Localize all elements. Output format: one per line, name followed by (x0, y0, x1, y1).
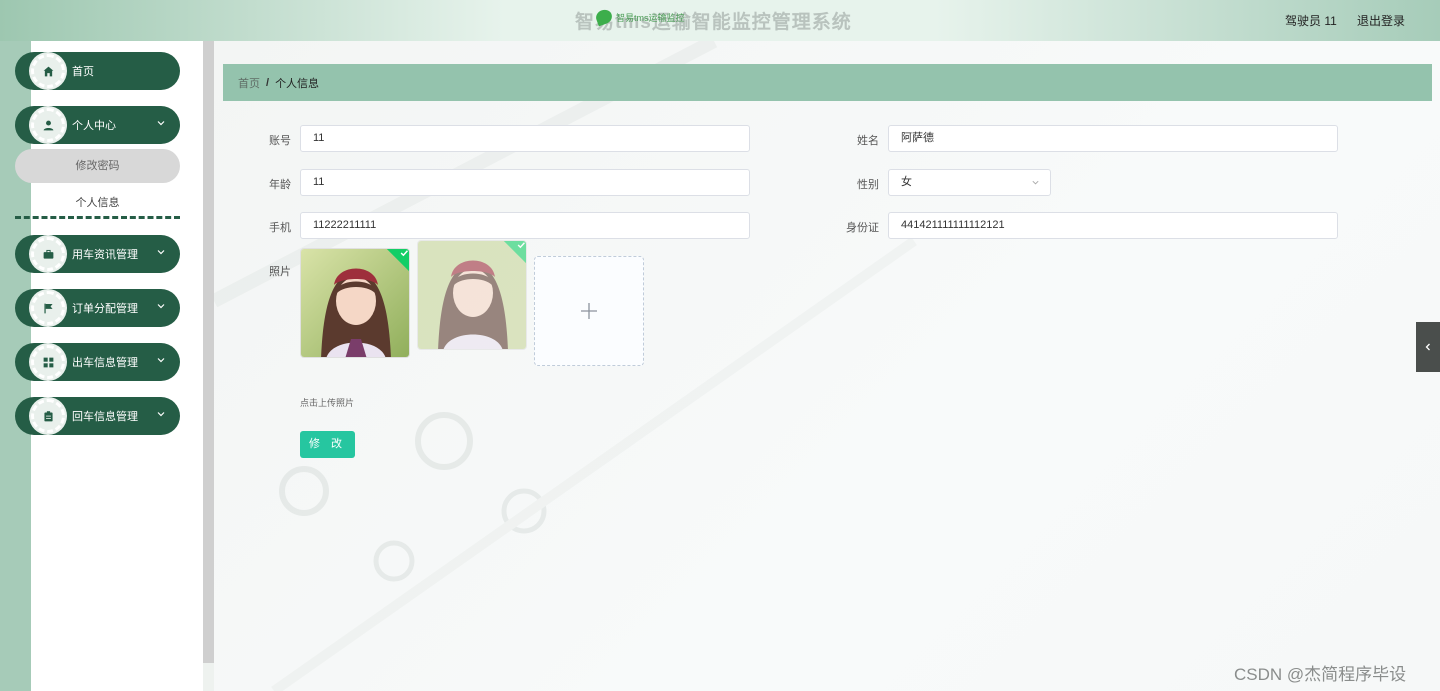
sidebar-item-label: 回车信息管理 (72, 411, 138, 423)
chevron-down-icon (157, 304, 165, 309)
plus-icon (581, 303, 597, 319)
chevron-down-icon (157, 412, 165, 417)
sidebar-item-home[interactable]: 首页 (15, 52, 180, 90)
age-label: 年龄 (269, 179, 291, 191)
sidebar-scrollbar[interactable] (203, 41, 214, 663)
chevron-down-icon (157, 358, 165, 363)
sidebar-item-label: 首页 (72, 66, 94, 78)
submenu-personal-info[interactable]: 个人信息 (15, 186, 180, 220)
check-icon (517, 242, 525, 249)
side-panel-toggle[interactable] (1416, 322, 1440, 372)
chevron-left-icon (1425, 343, 1430, 351)
sidebar-item-vehicle-info[interactable]: 用车资讯管理 (15, 235, 180, 273)
sidebar-item-order-assign[interactable]: 订单分配管理 (15, 289, 180, 327)
age-field[interactable]: 11 (300, 169, 750, 196)
leaf-icon (594, 7, 614, 27)
idcard-field[interactable]: 441421111111112121 (888, 212, 1338, 239)
photo-label: 照片 (269, 266, 291, 278)
clipboard-icon (31, 399, 65, 433)
sidebar-item-label: 个人中心 (72, 120, 116, 132)
name-label: 姓名 (857, 135, 879, 147)
portrait-image (418, 241, 526, 349)
phone-field[interactable]: 11222211111 (300, 212, 750, 239)
submenu-divider (15, 216, 180, 219)
check-icon (400, 250, 408, 257)
app-logo: 智易tms运输监控 (594, 7, 685, 27)
submit-button[interactable]: 修 改 (300, 431, 355, 458)
account-field[interactable]: 11 (300, 125, 750, 152)
logo-text: 智易tms运输监控 (616, 12, 685, 23)
uploaded-photo-dragging[interactable] (417, 240, 527, 350)
breadcrumb: 首页 / 个人信息 (223, 64, 1432, 101)
chevron-down-icon (157, 121, 165, 126)
breadcrumb-current: 个人信息 (275, 77, 320, 90)
breadcrumb-separator: / (266, 76, 270, 89)
sidebar-item-departure-info[interactable]: 出车信息管理 (15, 343, 180, 381)
gender-label: 性别 (857, 179, 879, 191)
sidebar-item-label: 出车信息管理 (72, 357, 138, 369)
sidebar-item-label: 订单分配管理 (72, 303, 138, 315)
chevron-down-icon (1032, 180, 1039, 185)
name-field[interactable]: 阿萨德 (888, 125, 1338, 152)
sidebar-item-label: 用车资讯管理 (72, 249, 138, 261)
user-icon (31, 108, 65, 142)
top-header: 智易tms运输智能监控管理系统 智易tms运输监控 驾驶员 11 退出登录 (0, 0, 1440, 41)
account-label: 账号 (269, 135, 291, 147)
home-icon (31, 54, 65, 88)
sidebar-item-personal-center[interactable]: 个人中心 (15, 106, 180, 144)
watermark: CSDN @杰简程序毕设 (1234, 665, 1407, 684)
logout-link[interactable]: 退出登录 (1357, 12, 1405, 29)
submenu-change-password[interactable]: 修改密码 (15, 149, 180, 183)
gender-select[interactable]: 女 (888, 169, 1051, 196)
gender-value: 女 (901, 176, 912, 188)
portrait-image (301, 249, 409, 357)
phone-label: 手机 (269, 222, 291, 234)
flag-icon (31, 291, 65, 325)
grid-icon (31, 345, 65, 379)
uploaded-photo[interactable] (300, 248, 410, 358)
upload-tip: 点击上传照片 (300, 398, 355, 408)
idcard-label: 身份证 (846, 222, 879, 234)
current-user: 驾驶员 11 (1285, 14, 1337, 28)
briefcase-icon (31, 237, 65, 271)
sidebar-item-return-info[interactable]: 回车信息管理 (15, 397, 180, 435)
photo-upload-button[interactable] (534, 256, 644, 366)
chevron-down-icon (157, 250, 165, 255)
breadcrumb-home[interactable]: 首页 (238, 75, 260, 91)
